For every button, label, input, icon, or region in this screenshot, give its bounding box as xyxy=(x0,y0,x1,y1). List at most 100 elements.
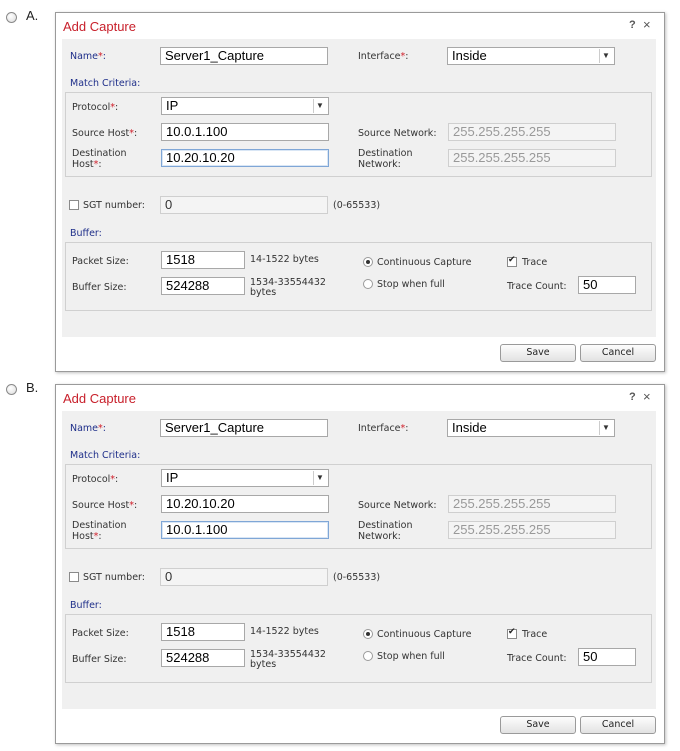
trace-checkbox[interactable] xyxy=(507,255,517,267)
buffer-size-hint-line2: bytes xyxy=(250,287,277,298)
buffer-size-field[interactable]: 524288 xyxy=(161,277,245,295)
interface-select[interactable]: Inside ▼ xyxy=(447,419,615,437)
packet-size-field[interactable]: 1518 xyxy=(161,251,245,269)
stop-when-full-label: Stop when full xyxy=(377,651,445,662)
trace-checkbox[interactable] xyxy=(507,627,517,639)
interface-select-value: Inside xyxy=(452,48,487,63)
destination-network-label-line1: Destination xyxy=(358,520,413,531)
name-field[interactable]: Server1_Capture xyxy=(160,47,328,65)
destination-network-label-line1: Destination xyxy=(358,148,413,159)
buffer-heading: Buffer: xyxy=(70,600,102,611)
save-button[interactable]: Save xyxy=(500,344,576,362)
buffer-heading: Buffer: xyxy=(70,228,102,239)
stop-when-full-radio[interactable] xyxy=(363,279,373,289)
chevron-down-icon[interactable]: ▼ xyxy=(599,421,612,435)
destination-network-label-line2: Network: xyxy=(358,531,401,542)
match-criteria-section: Protocol*: IP ▼ Source Host*: 10.0.1.100… xyxy=(65,92,652,177)
dialog-title: Add Capture xyxy=(63,391,136,406)
destination-network-field[interactable]: 255.255.255.255 xyxy=(448,149,616,167)
cancel-button[interactable]: Cancel xyxy=(580,344,656,362)
source-host-label: Source Host*: xyxy=(72,128,138,139)
chevron-down-icon[interactable]: ▼ xyxy=(313,99,326,113)
name-label: Name*: xyxy=(70,51,106,62)
buffer-size-hint: 1534-33554432 bytes xyxy=(250,650,326,670)
source-network-field[interactable]: 255.255.255.255 xyxy=(448,495,616,513)
destination-host-field[interactable]: 10.0.1.100 xyxy=(161,521,329,539)
match-criteria-heading: Match Criteria: xyxy=(70,78,141,89)
protocol-label-text: Protocol xyxy=(72,102,111,113)
buffer-size-hint: 1534-33554432 bytes xyxy=(250,278,326,298)
interface-label: Interface*: xyxy=(358,423,409,434)
save-button[interactable]: Save xyxy=(500,716,576,734)
add-capture-dialog: Add Capture ? × Name*: Server1_Capture I… xyxy=(55,12,665,372)
match-criteria-heading: Match Criteria: xyxy=(70,450,141,461)
cancel-button[interactable]: Cancel xyxy=(580,716,656,734)
interface-select-value: Inside xyxy=(452,420,487,435)
interface-select[interactable]: Inside ▼ xyxy=(447,47,615,65)
destination-host-label: Destination Host*: xyxy=(72,148,127,170)
sgt-number-field[interactable]: 0 xyxy=(160,196,328,214)
protocol-select[interactable]: IP ▼ xyxy=(161,97,329,115)
sgt-number-field[interactable]: 0 xyxy=(160,568,328,586)
interface-label-text: Interface xyxy=(358,51,401,62)
destination-host-label-line1: Destination xyxy=(72,520,127,531)
continuous-capture-radio[interactable] xyxy=(363,629,373,639)
sgt-label: SGT number: xyxy=(83,200,145,211)
trace-count-field[interactable]: 50 xyxy=(578,276,636,294)
chevron-down-icon[interactable]: ▼ xyxy=(313,471,326,485)
source-network-field[interactable]: 255.255.255.255 xyxy=(448,123,616,141)
destination-host-label: Destination Host*: xyxy=(72,520,127,542)
help-icon[interactable]: ? xyxy=(629,19,636,31)
sgt-label: SGT number: xyxy=(83,572,145,583)
trace-count-field[interactable]: 50 xyxy=(578,648,636,666)
help-icon[interactable]: ? xyxy=(629,391,636,403)
stop-when-full-label: Stop when full xyxy=(377,279,445,290)
name-label-text: Name xyxy=(70,51,99,62)
source-host-field[interactable]: 10.0.1.100 xyxy=(161,123,329,141)
sgt-checkbox[interactable] xyxy=(69,572,79,582)
protocol-select[interactable]: IP ▼ xyxy=(161,469,329,487)
source-host-field[interactable]: 10.20.10.20 xyxy=(161,495,329,513)
packet-size-label: Packet Size: xyxy=(72,256,129,267)
protocol-select-value: IP xyxy=(166,98,179,113)
source-host-label: Source Host*: xyxy=(72,500,138,511)
interface-label: Interface*: xyxy=(358,51,409,62)
buffer-section: Packet Size: 1518 14-1522 bytes Buffer S… xyxy=(65,614,652,683)
source-host-label-text: Source Host xyxy=(72,128,130,139)
option-a-letter: A. xyxy=(26,8,39,23)
protocol-select-value: IP xyxy=(166,470,179,485)
destination-network-label: Destination Network: xyxy=(358,148,413,170)
continuous-capture-label: Continuous Capture xyxy=(377,629,472,640)
close-icon[interactable]: × xyxy=(643,389,651,404)
buffer-size-field[interactable]: 524288 xyxy=(161,649,245,667)
buffer-size-label: Buffer Size: xyxy=(72,654,127,665)
dialog-body: Name*: Server1_Capture Interface*: Insid… xyxy=(62,411,656,709)
destination-host-label-line2-text: Host xyxy=(72,159,94,170)
source-network-label: Source Network: xyxy=(358,500,437,511)
destination-host-label-line2: Host*: xyxy=(72,159,102,170)
destination-host-field[interactable]: 10.20.10.20 xyxy=(161,149,329,167)
trace-label: Trace xyxy=(522,629,548,640)
source-host-label-text: Source Host xyxy=(72,500,130,511)
option-b-radio[interactable] xyxy=(6,384,17,395)
match-criteria-section: Protocol*: IP ▼ Source Host*: 10.20.10.2… xyxy=(65,464,652,549)
name-field[interactable]: Server1_Capture xyxy=(160,419,328,437)
dialog-title: Add Capture xyxy=(63,19,136,34)
protocol-label: Protocol*: xyxy=(72,474,119,485)
packet-size-hint: 14-1522 bytes xyxy=(250,626,319,637)
close-icon[interactable]: × xyxy=(643,17,651,32)
option-b-letter: B. xyxy=(26,380,39,395)
chevron-down-icon[interactable]: ▼ xyxy=(599,49,612,63)
option-a-radio[interactable] xyxy=(6,12,17,23)
stop-when-full-radio[interactable] xyxy=(363,651,373,661)
packet-size-label: Packet Size: xyxy=(72,628,129,639)
packet-size-field[interactable]: 1518 xyxy=(161,623,245,641)
destination-host-label-line1: Destination xyxy=(72,148,127,159)
packet-size-hint: 14-1522 bytes xyxy=(250,254,319,265)
sgt-checkbox[interactable] xyxy=(69,200,79,210)
continuous-capture-radio[interactable] xyxy=(363,257,373,267)
source-network-label: Source Network: xyxy=(358,128,437,139)
name-label-text: Name xyxy=(70,423,99,434)
destination-host-label-line2: Host*: xyxy=(72,531,102,542)
destination-network-field[interactable]: 255.255.255.255 xyxy=(448,521,616,539)
